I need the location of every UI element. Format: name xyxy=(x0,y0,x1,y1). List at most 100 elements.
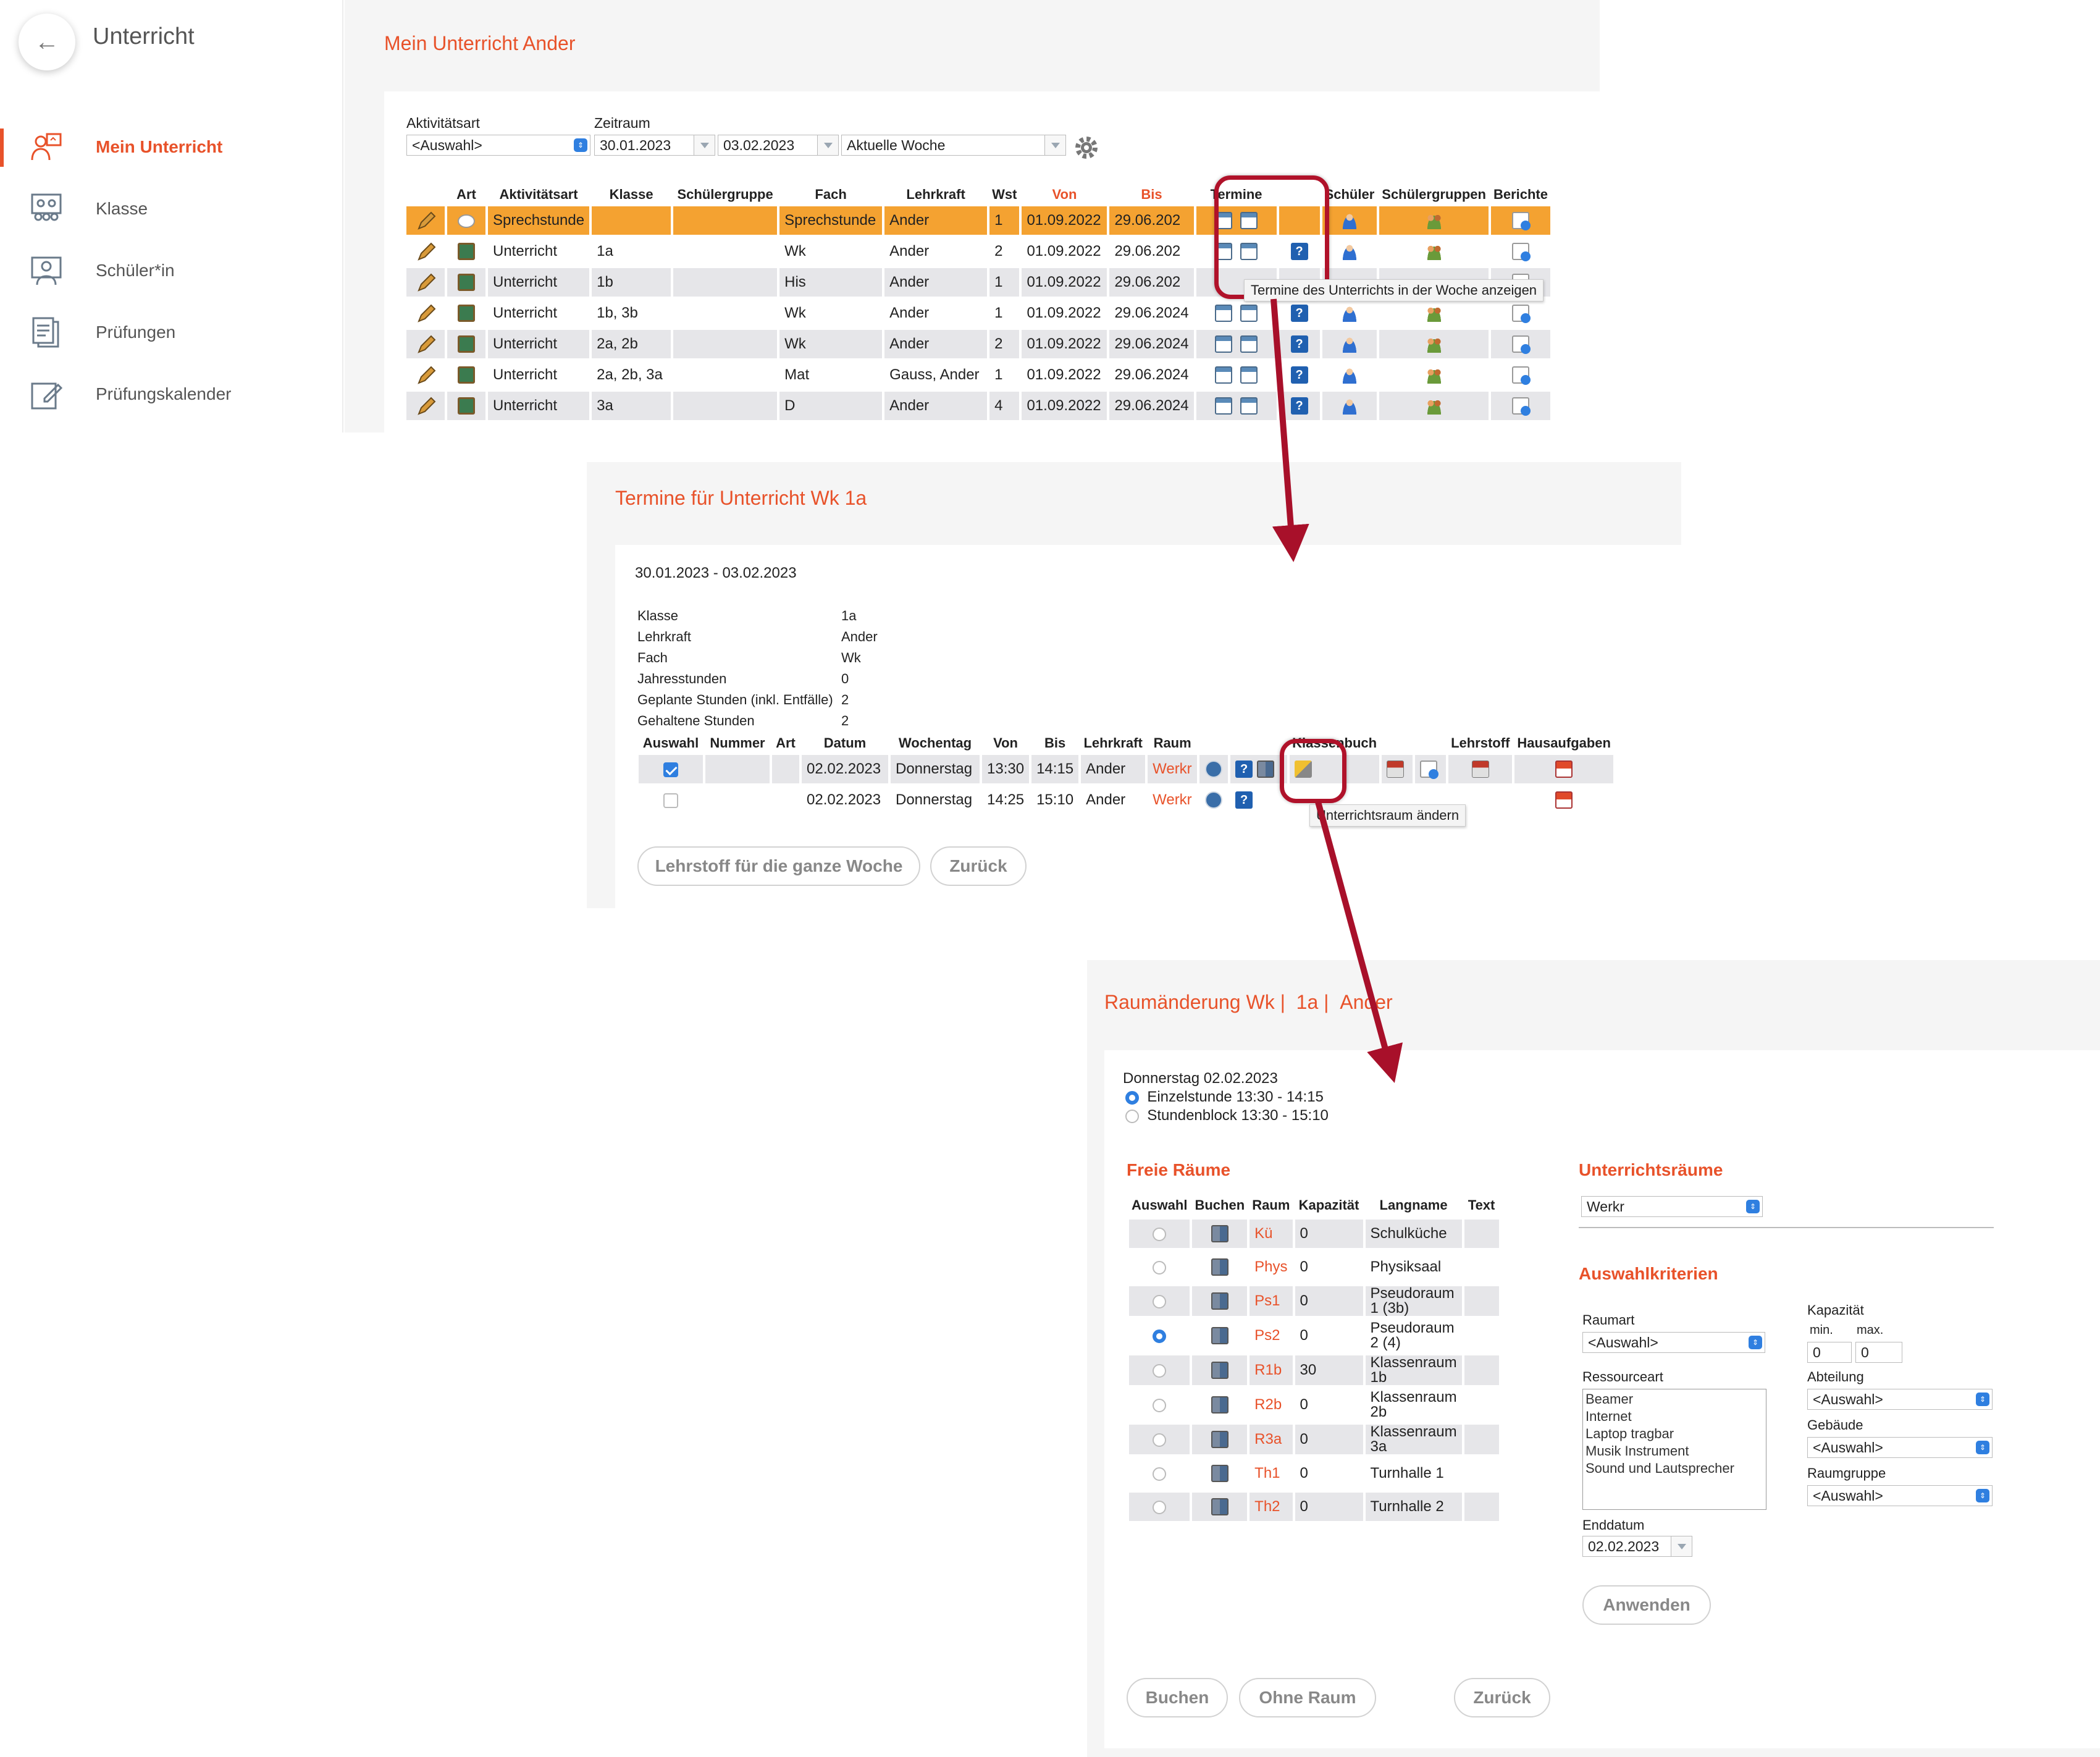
back-button[interactable]: ← xyxy=(19,14,75,70)
cell-raum[interactable]: Werkr xyxy=(1148,755,1198,783)
book-room-icon[interactable] xyxy=(1211,1258,1228,1276)
row-checkbox[interactable] xyxy=(663,793,678,808)
pencil-icon[interactable] xyxy=(415,303,436,324)
radio-button[interactable] xyxy=(1153,1329,1167,1343)
report-icon[interactable] xyxy=(1511,212,1531,231)
book-room-icon[interactable] xyxy=(1211,1292,1228,1310)
list-item[interactable]: Beamer xyxy=(1586,1391,1763,1408)
gebaeude-select[interactable]: <Auswahl> ⇕ xyxy=(1807,1437,1993,1458)
kapazitaet-min-input[interactable]: 0 xyxy=(1807,1342,1852,1363)
table-row[interactable]: Sprechstunde Sprechstunde Ander 1 01.09.… xyxy=(406,206,1550,235)
book-room-icon[interactable] xyxy=(1211,1327,1228,1345)
student-icon[interactable] xyxy=(1340,397,1358,415)
radio-button[interactable] xyxy=(1153,1260,1167,1275)
list-item[interactable]: Laptop tragbar xyxy=(1586,1425,1763,1443)
calendar-icon[interactable] xyxy=(1214,335,1232,353)
radio-button[interactable] xyxy=(1153,1398,1167,1412)
aktivitaetsart-select[interactable]: <Auswahl> ⇕ xyxy=(406,135,590,156)
enddatum-field[interactable]: 02.02.2023 xyxy=(1582,1536,1692,1557)
group-icon[interactable] xyxy=(1425,335,1443,353)
sidebar-item-pruefungen[interactable]: Prüfungen xyxy=(0,308,343,357)
book-room-icon[interactable] xyxy=(1211,1225,1228,1243)
pencil-icon[interactable] xyxy=(415,334,436,355)
table-row[interactable]: Unterricht 3a D Ander 4 01.09.2022 29.06… xyxy=(406,392,1550,420)
radio-button[interactable] xyxy=(1153,1500,1167,1514)
calendar-week-icon[interactable] xyxy=(1240,366,1258,384)
pencil-icon[interactable] xyxy=(415,241,436,262)
calendar-icon[interactable] xyxy=(1214,305,1232,322)
calendar-icon[interactable] xyxy=(1214,366,1232,384)
group-icon[interactable] xyxy=(1425,243,1443,261)
help-icon[interactable]: ? xyxy=(1290,366,1308,384)
raumgruppe-select[interactable]: <Auswahl> ⇕ xyxy=(1807,1485,1993,1506)
kapazitaet-max-input[interactable]: 0 xyxy=(1855,1342,1902,1363)
report-icon[interactable] xyxy=(1511,243,1531,262)
table-row[interactable]: 02.02.2023 Donnerstag 13:30 14:15 Ander … xyxy=(639,755,1613,783)
table-row[interactable]: 02.02.2023 Donnerstag 14:25 15:10 Ander … xyxy=(639,786,1613,814)
table-row[interactable]: R2b 0 Klassenraum 2b xyxy=(1129,1390,1499,1420)
student-icon[interactable] xyxy=(1340,243,1358,261)
dropdown-arrow-icon[interactable] xyxy=(694,135,715,155)
list-item[interactable]: Musik Instrument xyxy=(1586,1443,1763,1460)
table-row[interactable]: R3a 0 Klassenraum 3a xyxy=(1129,1425,1499,1454)
calendar-week-icon[interactable] xyxy=(1240,397,1258,415)
report-icon[interactable] xyxy=(1511,366,1531,386)
table-row[interactable]: Unterricht 2a, 2b, 3a Mat Gauss, Ander 1… xyxy=(406,361,1550,389)
list-item[interactable]: Sound und Lautsprecher xyxy=(1586,1460,1763,1477)
report-icon[interactable] xyxy=(1511,335,1531,355)
help-icon[interactable]: ? xyxy=(1290,305,1308,322)
radio-button[interactable] xyxy=(1153,1467,1167,1481)
group-icon[interactable] xyxy=(1425,212,1443,230)
sidebar-item-mein-unterricht[interactable]: Mein Unterricht xyxy=(0,122,343,172)
list-item[interactable]: Internet xyxy=(1586,1408,1763,1425)
sidebar-item-pruefungskalender[interactable]: Prüfungskalender xyxy=(0,369,343,419)
group-icon[interactable] xyxy=(1425,366,1443,384)
dropdown-arrow-icon[interactable] xyxy=(1044,135,1065,155)
lehrstoff-icon[interactable] xyxy=(1471,761,1489,778)
back-button-termine[interactable]: Zurück xyxy=(930,846,1027,886)
table-row[interactable]: Phys 0 Physiksaal xyxy=(1129,1253,1499,1281)
table-row[interactable]: Kü 0 Schulküche xyxy=(1129,1220,1499,1248)
student-icon[interactable] xyxy=(1340,305,1358,322)
dropdown-arrow-icon[interactable] xyxy=(1671,1536,1692,1556)
calendar-week-icon[interactable] xyxy=(1240,305,1258,322)
report-icon[interactable] xyxy=(1511,305,1531,324)
help-icon[interactable]: ? xyxy=(1235,761,1253,778)
table-row[interactable]: Th2 0 Turnhalle 2 xyxy=(1129,1493,1499,1521)
book-room-icon[interactable] xyxy=(1211,1431,1228,1449)
pencil-icon[interactable] xyxy=(415,395,436,416)
book-room-icon[interactable] xyxy=(1211,1465,1228,1483)
apply-button[interactable]: Anwenden xyxy=(1582,1585,1711,1625)
classbook-icon[interactable] xyxy=(1387,761,1405,778)
homework-icon[interactable] xyxy=(1555,761,1573,778)
homework-icon[interactable] xyxy=(1555,791,1573,809)
table-row[interactable]: Unterricht 2a, 2b Wk Ander 2 01.09.2022 … xyxy=(406,330,1550,358)
room-change-icon[interactable] xyxy=(1256,761,1274,778)
search-document-icon[interactable] xyxy=(1420,761,1439,780)
radio-button[interactable] xyxy=(1125,1090,1139,1105)
radio-button[interactable] xyxy=(1153,1433,1167,1447)
report-icon[interactable] xyxy=(1511,397,1531,416)
table-row[interactable]: Unterricht 1a Wk Ander 2 01.09.2022 29.0… xyxy=(406,237,1550,266)
no-room-button[interactable]: Ohne Raum xyxy=(1239,1678,1376,1717)
cell-raum[interactable]: Werkr xyxy=(1148,786,1197,814)
radio-button[interactable] xyxy=(1153,1294,1167,1308)
help-icon[interactable]: ? xyxy=(1290,397,1308,415)
dropdown-arrow-icon[interactable] xyxy=(817,135,838,155)
student-icon[interactable] xyxy=(1340,335,1358,353)
calendar-icon[interactable] xyxy=(1214,397,1232,415)
sidebar-item-schueler[interactable]: Schüler*in xyxy=(0,246,343,295)
table-row[interactable]: Ps1 0 Pseudoraum 1 (3b) xyxy=(1129,1286,1499,1316)
book-room-icon[interactable] xyxy=(1211,1498,1228,1516)
group-icon[interactable] xyxy=(1425,397,1443,415)
help-icon[interactable]: ? xyxy=(1235,791,1253,809)
table-row[interactable]: R1b 30 Klassenraum 1b xyxy=(1129,1355,1499,1385)
pencil-icon[interactable] xyxy=(415,364,436,386)
ressourceart-list[interactable]: Beamer Internet Laptop tragbar Musik Ins… xyxy=(1582,1389,1766,1510)
back-button-raum[interactable]: Zurück xyxy=(1454,1678,1550,1717)
row-checkbox[interactable] xyxy=(663,762,678,777)
radio-button[interactable] xyxy=(1153,1227,1167,1241)
book-button[interactable]: Buchen xyxy=(1127,1678,1228,1717)
calendar-week-icon[interactable] xyxy=(1240,335,1258,353)
clock-icon[interactable] xyxy=(1205,761,1223,778)
